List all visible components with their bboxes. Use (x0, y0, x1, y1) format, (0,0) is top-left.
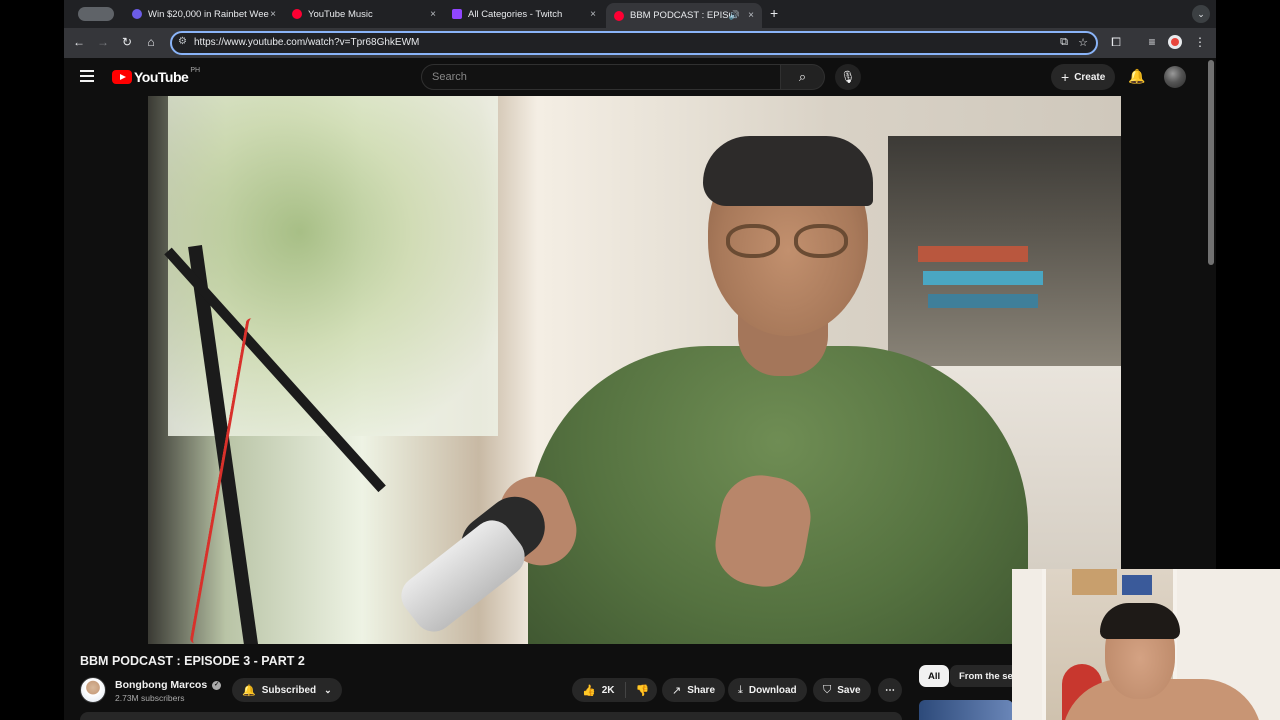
home-icon[interactable]: ⌂ (143, 35, 159, 49)
url-text[interactable]: https://www.youtube.com/watch?v=Tpr68Ghk… (194, 37, 419, 48)
book (928, 294, 1038, 308)
more-actions-button[interactable]: ⋯ (878, 678, 902, 702)
plus-icon: + (1061, 69, 1070, 85)
share-label: Share (687, 684, 716, 696)
forward-arrow-icon[interactable]: → (95, 35, 111, 49)
tab-bbm-podcast[interactable]: BBM PODCAST : EPISOD 🔊 × (606, 3, 762, 28)
channel-avatar[interactable] (80, 677, 106, 703)
tab-title: YouTube Music (308, 8, 373, 20)
new-tab-button[interactable]: + (770, 5, 778, 21)
download-icon: ⤓ (738, 683, 743, 696)
twitch-favicon-icon (452, 9, 462, 19)
speaker-glasses (726, 224, 856, 260)
tab-search-chevron-icon[interactable]: ⌄ (1192, 5, 1210, 23)
close-icon[interactable]: × (748, 10, 754, 21)
speaker-hair (703, 136, 873, 206)
youtube-play-icon (112, 70, 132, 84)
bookmark-star-icon[interactable]: ☆ (1078, 36, 1088, 49)
browser-toolbar: ← → ↻ ⌂ ⚙ https://www.youtube.com/watch?… (64, 28, 1216, 58)
webcam-streamer-hair (1100, 603, 1180, 639)
account-avatar[interactable] (1164, 66, 1186, 88)
subscribed-label: Subscribed (261, 684, 317, 696)
site-settings-icon[interactable]: ⚙ (178, 36, 187, 47)
webcam-background-box (1072, 569, 1117, 595)
profile-dot-icon (1171, 38, 1179, 46)
profile-icon[interactable] (1168, 35, 1182, 49)
bookmark-save-icon: ⛉ (823, 683, 832, 696)
hamburger-menu-icon[interactable] (80, 70, 94, 82)
tab-twitch[interactable]: All Categories - Twitch × (444, 2, 604, 26)
search-button[interactable]: ⌕ (781, 64, 825, 90)
search-box[interactable] (421, 64, 781, 90)
share-button[interactable]: ↗ Share (662, 678, 726, 702)
channel-name-text: Bongbong Marcos (115, 679, 208, 691)
chevron-down-icon: ⌄ (324, 684, 332, 695)
like-thumb-up-icon[interactable]: 👍 (582, 684, 596, 697)
verified-check-icon: ✓ (212, 680, 222, 690)
webcam-overlay (1012, 569, 1280, 720)
notifications-bell-icon[interactable]: 🔔 (1128, 68, 1145, 85)
media-controls-icon[interactable]: ≡ (1144, 35, 1160, 49)
dislike-thumb-down-icon[interactable]: 👎 (636, 684, 650, 697)
video-title: BBM PODCAST : EPISODE 3 - PART 2 (80, 654, 305, 668)
chip-label: From the ser (959, 670, 1012, 682)
tab-youtube-music[interactable]: YouTube Music × (284, 2, 444, 26)
extensions-puzzle-icon[interactable]: ⧠ (1108, 35, 1124, 50)
chip-from-the-series[interactable]: From the ser (950, 665, 1012, 687)
back-arrow-icon[interactable]: ← (71, 35, 87, 49)
youtube-music-favicon-icon (292, 9, 302, 19)
tab-title: All Categories - Twitch (468, 8, 563, 20)
tab-strip: Win $20,000 in Rainbet Wee × YouTube Mus… (64, 0, 1216, 28)
tab-group-collapsed[interactable] (78, 7, 114, 21)
more-horizontal-icon: ⋯ (885, 684, 895, 696)
youtube-masthead: YouTube PH ⌕ 🎙 + Create 🔔 (64, 58, 1216, 96)
search-icon: ⌕ (798, 69, 807, 84)
tab-rainbet[interactable]: Win $20,000 in Rainbet Wee × (124, 2, 284, 26)
video-frame (148, 96, 1121, 644)
channel-name[interactable]: Bongbong Marcos ✓ (115, 679, 222, 691)
share-arrow-icon: ↗ (672, 684, 682, 697)
tab-title: Win $20,000 in Rainbet Wee (148, 8, 269, 20)
divider (624, 682, 626, 698)
chip-label: All (928, 670, 941, 682)
voice-search-button[interactable]: 🎙 (835, 64, 861, 90)
bell-icon: 🔔 (242, 684, 256, 697)
close-icon[interactable]: × (590, 9, 596, 20)
youtube-favicon-icon (614, 10, 624, 21)
like-dislike-group: 👍 2K 👎 (572, 678, 658, 702)
like-count[interactable]: 2K (602, 685, 615, 696)
description-box[interactable] (80, 712, 902, 720)
reload-icon[interactable]: ↻ (119, 35, 135, 49)
youtube-logo[interactable]: YouTube PH (112, 66, 201, 85)
create-label: Create (1074, 71, 1106, 83)
chip-all[interactable]: All (919, 665, 950, 687)
video-player[interactable] (148, 96, 1121, 644)
save-button[interactable]: ⛉ Save (813, 678, 871, 702)
book (918, 246, 1028, 262)
subscriber-count: 2.73M subscribers (115, 693, 185, 703)
save-label: Save (837, 684, 861, 696)
speaker-icon[interactable]: 🔊 (729, 10, 740, 21)
download-button[interactable]: ⤓ Download (728, 678, 807, 702)
recommended-video-thumbnail[interactable] (919, 700, 1013, 720)
microphone-icon: 🎙 (840, 70, 856, 84)
youtube-wordmark: YouTube (134, 69, 189, 85)
webcam-background-box (1122, 575, 1152, 595)
close-icon[interactable]: × (270, 9, 276, 20)
page-scrollbar[interactable] (1208, 60, 1214, 265)
address-bar[interactable]: ⚙ https://www.youtube.com/watch?v=Tpr68G… (170, 31, 1098, 55)
close-icon[interactable]: × (430, 9, 436, 20)
rainbet-favicon-icon (132, 9, 142, 19)
tab-title: BBM PODCAST : EPISOD (630, 10, 730, 21)
book (923, 271, 1043, 285)
region-code: PH (190, 66, 201, 74)
subscribed-button[interactable]: 🔔 Subscribed ⌄ (232, 678, 342, 702)
chrome-menu-icon[interactable]: ⋮ (1192, 35, 1208, 49)
download-label: Download (748, 684, 797, 696)
search-input[interactable] (432, 71, 762, 83)
create-button[interactable]: + Create (1051, 64, 1116, 90)
install-app-icon[interactable]: ⧉ (1060, 36, 1068, 49)
